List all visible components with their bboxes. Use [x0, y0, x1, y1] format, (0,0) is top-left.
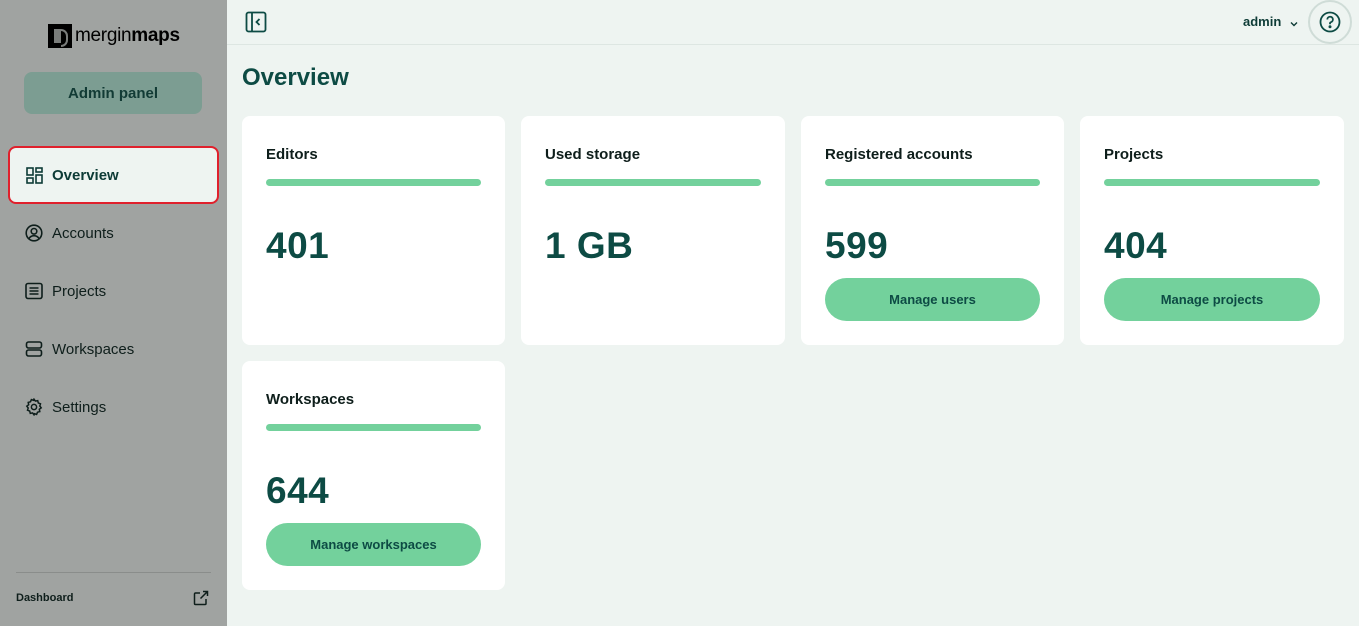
server-icon	[25, 340, 43, 358]
user-circle-icon	[25, 224, 43, 242]
manage-workspaces-button[interactable]: Manage workspaces	[266, 523, 481, 566]
sidebar-item-label: Accounts	[52, 224, 114, 242]
user-menu[interactable]: admin	[1243, 14, 1299, 29]
logo-mark-icon	[48, 24, 72, 48]
card-title: Editors	[266, 146, 318, 163]
list-icon	[25, 282, 43, 300]
external-link-icon[interactable]	[193, 590, 209, 606]
workspaces-card: Workspaces 644 Manage workspaces	[242, 361, 505, 590]
topbar: admin	[227, 0, 1359, 45]
page-title: Overview	[242, 64, 349, 91]
used-storage-card: Used storage 1 GB	[521, 116, 785, 345]
dashboard-link[interactable]: Dashboard	[16, 592, 73, 604]
card-title: Projects	[1104, 146, 1164, 163]
card-value: 404	[1104, 225, 1168, 266]
chevron-down-icon	[1289, 17, 1299, 27]
card-value: 401	[266, 225, 330, 266]
manage-users-button[interactable]: Manage users	[825, 278, 1040, 321]
sidebar-item-label: Overview	[52, 166, 119, 184]
help-circle-icon	[1319, 11, 1341, 33]
registered-accounts-card: Registered accounts 599 Manage users	[801, 116, 1064, 345]
card-accent-bar	[825, 179, 1040, 186]
card-title: Workspaces	[266, 391, 355, 408]
sidebar-item-label: Settings	[52, 398, 107, 416]
sidebar-item-workspaces[interactable]: Workspaces	[8, 320, 219, 378]
card-accent-bar	[545, 179, 761, 186]
user-name: admin	[1243, 14, 1282, 29]
projects-card: Projects 404 Manage projects	[1080, 116, 1344, 345]
help-button[interactable]	[1308, 0, 1352, 44]
grid-icon	[25, 166, 43, 184]
card-title: Used storage	[545, 146, 641, 163]
sidebar-collapse-icon[interactable]	[245, 11, 267, 33]
card-value: 1 GB	[545, 225, 634, 266]
editors-card: Editors 401	[242, 116, 505, 345]
card-value: 599	[825, 225, 889, 266]
card-title: Registered accounts	[825, 146, 973, 163]
sidebar-item-accounts[interactable]: Accounts	[8, 204, 219, 262]
sidebar-item-settings[interactable]: Settings	[8, 378, 219, 436]
sidebar-item-label: Projects	[52, 282, 107, 300]
card-accent-bar	[266, 424, 481, 431]
sidebar-divider	[16, 572, 211, 573]
admin-panel-button[interactable]: Admin panel	[24, 72, 202, 114]
manage-projects-button[interactable]: Manage projects	[1104, 278, 1320, 321]
card-accent-bar	[1104, 179, 1320, 186]
card-accent-bar	[266, 179, 481, 186]
gear-icon	[25, 398, 43, 416]
sidebar-item-label: Workspaces	[52, 340, 135, 358]
logo-text: merginmaps	[75, 25, 180, 46]
mergin-maps-logo[interactable]: merginmaps	[48, 24, 180, 48]
sidebar-item-projects[interactable]: Projects	[8, 262, 219, 320]
card-value: 644	[266, 470, 330, 511]
sidebar: merginmaps Admin panel Overview Accounts	[0, 0, 227, 626]
sidebar-item-overview[interactable]: Overview	[8, 146, 219, 204]
